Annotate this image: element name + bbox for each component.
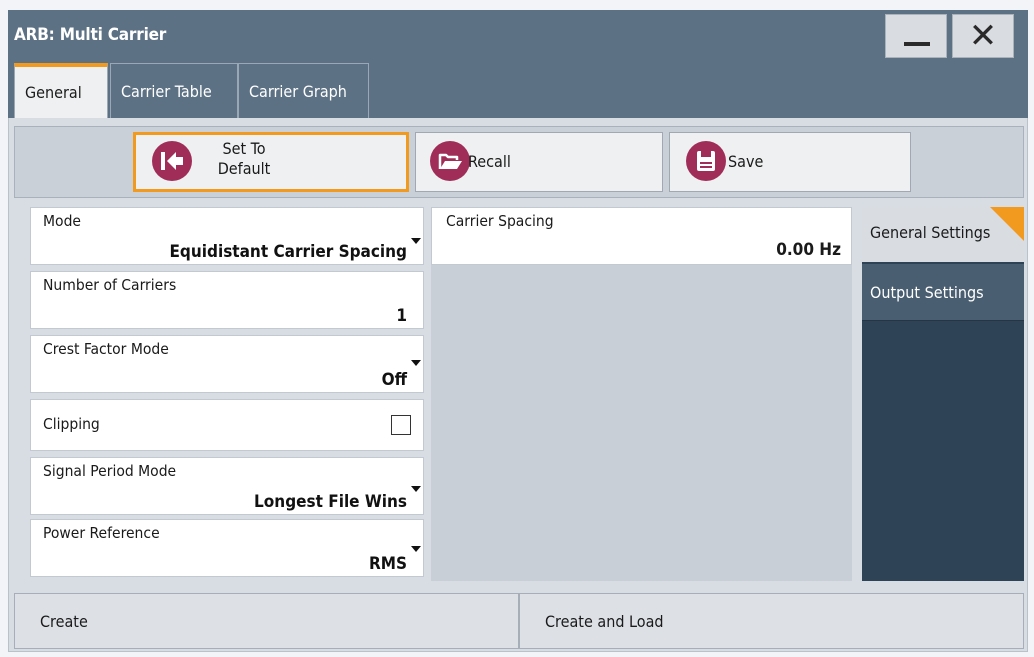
set-to-default-button[interactable]: Set To Default	[133, 132, 409, 192]
save-button[interactable]: Save	[669, 132, 911, 192]
arrow-left-icon	[152, 141, 192, 181]
side-tab-general-settings-label: General Settings	[870, 223, 991, 242]
carrier-spacing-value: 0.00 Hz	[776, 240, 841, 260]
active-corner-marker	[990, 207, 1024, 241]
dropdown-arrow-icon	[411, 486, 421, 492]
side-tab-output-settings[interactable]: Output Settings	[862, 264, 1024, 321]
window-title: ARB: Multi Carrier	[14, 25, 167, 45]
signal-period-mode-value: Longest File Wins	[254, 492, 407, 512]
dropdown-arrow-icon	[411, 546, 421, 552]
folder-open-icon	[430, 141, 470, 181]
power-reference-label: Power Reference	[43, 524, 160, 542]
minimize-icon	[904, 42, 930, 46]
minimize-button[interactable]	[885, 14, 947, 58]
recall-label: Recall	[468, 152, 511, 171]
tab-carrier-table[interactable]: Carrier Table	[110, 63, 238, 118]
mode-value: Equidistant Carrier Spacing	[169, 242, 407, 262]
carrier-spacing-label: Carrier Spacing	[446, 212, 554, 230]
number-of-carriers-label: Number of Carriers	[43, 276, 177, 294]
clipping-checkbox[interactable]	[391, 415, 411, 435]
dropdown-arrow-icon	[411, 360, 421, 366]
crest-factor-mode-value: Off	[381, 370, 407, 390]
side-tab-output-settings-label: Output Settings	[870, 283, 984, 302]
number-of-carriers-value: 1	[396, 306, 407, 326]
recall-button[interactable]: Recall	[415, 132, 663, 192]
mode-field[interactable]: Mode Equidistant Carrier Spacing	[30, 207, 424, 265]
clipping-label: Clipping	[43, 415, 100, 433]
set-to-default-label-line2: Default	[217, 159, 271, 178]
close-button[interactable]: ✕	[952, 14, 1014, 58]
power-reference-field[interactable]: Power Reference RMS	[30, 519, 424, 577]
crest-factor-mode-label: Crest Factor Mode	[43, 340, 169, 358]
side-tab-general-settings[interactable]: General Settings	[862, 207, 1024, 262]
tab-general[interactable]: General	[14, 63, 108, 118]
close-icon: ✕	[968, 16, 998, 56]
tab-carrier-graph[interactable]: Carrier Graph	[238, 63, 369, 118]
dropdown-arrow-icon	[411, 238, 421, 244]
signal-period-mode-field[interactable]: Signal Period Mode Longest File Wins	[30, 457, 424, 515]
create-button[interactable]: Create	[14, 593, 519, 649]
create-and-load-button[interactable]: Create and Load	[519, 593, 1024, 649]
clipping-field: Clipping	[30, 399, 424, 451]
save-label: Save	[728, 152, 764, 171]
save-disk-icon	[686, 141, 726, 181]
carrier-spacing-field[interactable]: Carrier Spacing 0.00 Hz	[431, 207, 852, 265]
number-of-carriers-field[interactable]: Number of Carriers 1	[30, 271, 424, 329]
mode-label: Mode	[43, 212, 82, 230]
signal-period-mode-label: Signal Period Mode	[43, 462, 177, 480]
power-reference-value: RMS	[368, 554, 407, 574]
crest-factor-mode-field[interactable]: Crest Factor Mode Off	[30, 335, 424, 393]
set-to-default-label-line1: Set To	[222, 139, 266, 158]
